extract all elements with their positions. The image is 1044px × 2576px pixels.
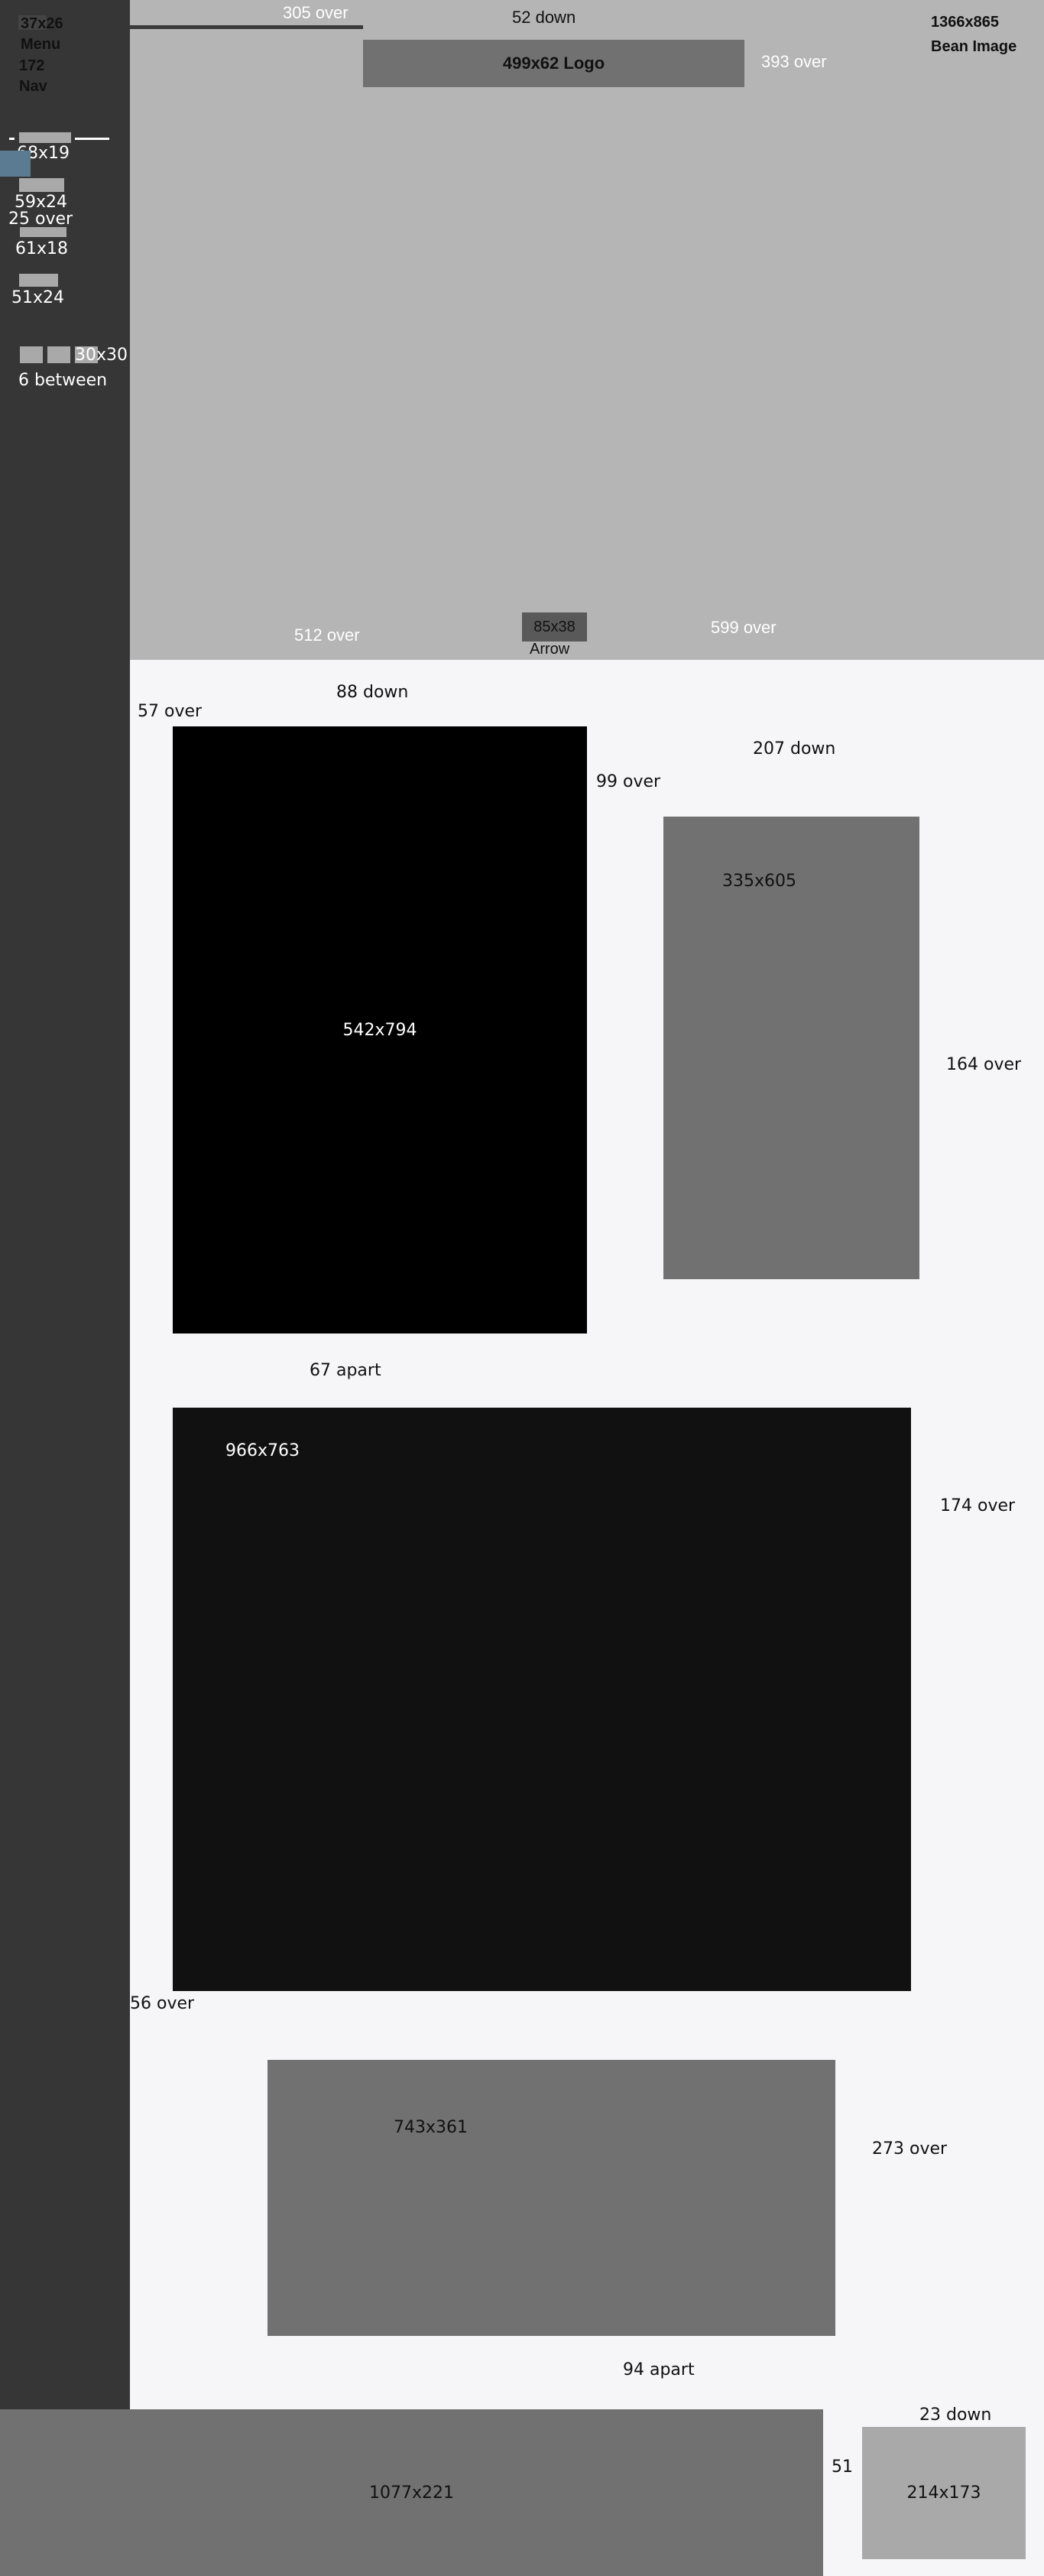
nav-item-2-gap: 25 over <box>8 210 73 229</box>
icons-gap: 6 between <box>18 371 108 390</box>
block3-right-gap: 174 over <box>940 1496 1016 1515</box>
block1-right-gap: 99 over <box>596 772 661 791</box>
nav-size: 172 <box>19 57 45 74</box>
top-line <box>130 25 363 29</box>
content-block-1[interactable]: 542x794 <box>173 726 587 1333</box>
line-marker <box>75 138 109 140</box>
nav-item-3[interactable] <box>20 227 66 237</box>
active-indicator <box>0 151 31 177</box>
nav-item-3-size: 61x18 <box>15 239 69 258</box>
gap-1: 67 apart <box>310 1361 381 1380</box>
block3-left-gap: 56 over <box>130 1994 195 2013</box>
nav-label: Nav <box>19 78 47 95</box>
gap-2: 94 apart <box>623 2360 695 2379</box>
hero-image: 305 over 52 down 499x62 Logo 393 over 13… <box>130 0 1044 660</box>
footer-top-gap: 23 down <box>919 2405 992 2425</box>
logo-top-gap: 52 down <box>512 8 576 27</box>
dash-marker <box>9 138 15 140</box>
nav-item-2[interactable] <box>19 178 64 192</box>
top-gap: 88 down <box>336 683 409 702</box>
block2-top-gap: 207 down <box>753 739 836 759</box>
sidebar: 37x26 Menu 172 Nav 68x19 59x24 25 over 6… <box>0 0 130 2409</box>
block4-right-gap: 273 over <box>872 2139 948 2159</box>
line-label: 305 over <box>283 3 349 22</box>
icons-size: 30x30 <box>75 346 128 365</box>
block3-size: 966x763 <box>225 1441 300 1460</box>
nav-item-1[interactable] <box>19 132 71 143</box>
block2-size: 335x605 <box>722 872 797 891</box>
arrow-size: 85x38 <box>533 618 575 635</box>
footer-gap: 51 <box>832 2457 853 2477</box>
footer-box-size: 214x173 <box>906 2483 981 2503</box>
nav-item-4-size: 51x24 <box>11 288 65 307</box>
footer-block: 1077x221 <box>0 2409 823 2576</box>
arrow-right-gap: 599 over <box>711 618 777 637</box>
logo[interactable]: 499x62 Logo <box>363 40 744 87</box>
logo-right-gap: 393 over <box>761 52 827 71</box>
image-size: 1366x865 <box>931 14 999 31</box>
social-icon-2[interactable] <box>47 346 70 363</box>
left-gap: 57 over <box>138 702 203 721</box>
footer-size: 1077x221 <box>369 2483 454 2503</box>
menu-size: 37x26 <box>21 15 63 32</box>
content-block-2[interactable]: 335x605 <box>663 817 919 1279</box>
logo-label: 499x62 Logo <box>502 54 605 73</box>
block2-right-gap: 164 over <box>946 1055 1022 1074</box>
arrow-label: Arrow <box>530 641 570 658</box>
scroll-arrow-button[interactable]: 85x38 <box>522 612 587 642</box>
content-block-3[interactable]: 966x763 <box>173 1408 911 1991</box>
footer-box[interactable]: 214x173 <box>862 2427 1026 2559</box>
image-label: Bean Image <box>931 38 1017 55</box>
nav-item-4[interactable] <box>19 274 58 287</box>
content-block-4[interactable]: 743x361 <box>267 2060 835 2336</box>
menu-label: Menu <box>21 36 61 53</box>
social-icon-1[interactable] <box>20 346 43 363</box>
arrow-left-gap: 512 over <box>294 625 360 645</box>
block4-size: 743x361 <box>394 2118 469 2137</box>
block1-size: 542x794 <box>342 1020 417 1040</box>
